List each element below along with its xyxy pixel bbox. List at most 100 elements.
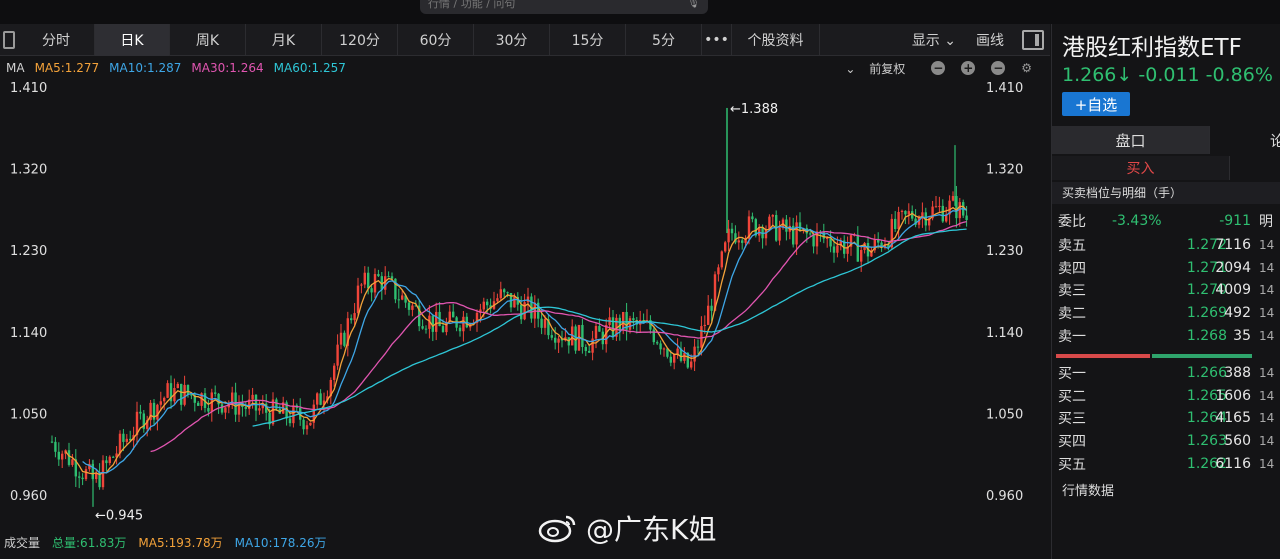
candle-body — [496, 298, 499, 302]
candle-body — [700, 326, 703, 348]
level-volume: 492 — [1224, 305, 1251, 322]
bid-ask-balance-bar — [1056, 354, 1252, 358]
candle-body — [305, 425, 309, 430]
candle-body — [370, 288, 373, 293]
candle-body — [356, 285, 360, 314]
ask-row[interactable]: 卖一 1.268 35 14 — [1052, 324, 1280, 347]
level-volume: 1606 — [1215, 387, 1251, 404]
candle-body — [543, 319, 547, 328]
more-tabs-button[interactable]: ••• — [702, 23, 732, 56]
candle-body — [244, 407, 247, 409]
level-volume: 7116 — [1215, 237, 1251, 254]
candle-body — [319, 393, 322, 405]
tab-order-book[interactable]: 盘口 — [1052, 126, 1210, 154]
candle-body — [441, 326, 445, 333]
tab-monthly-k[interactable]: 月K — [246, 23, 322, 56]
candle-body — [224, 407, 227, 413]
tab-5min[interactable]: 5分 — [626, 23, 702, 56]
candle-body — [390, 276, 394, 279]
stock-name: 港股红利指数ETF — [1062, 35, 1242, 61]
minus-icon[interactable]: − — [931, 61, 946, 75]
y-tick-label-left: 1.140 — [10, 326, 47, 341]
tab-daily-k[interactable]: 日K — [95, 23, 170, 56]
ask-row[interactable]: 卖二 1.269 492 14 — [1052, 302, 1280, 325]
candle-body — [452, 311, 455, 318]
tab-intraday[interactable]: 分时 — [18, 23, 95, 56]
candle-body — [411, 305, 414, 310]
candle-body — [50, 441, 54, 443]
candle-body — [237, 405, 241, 415]
candle-body — [662, 348, 666, 350]
search-placeholder: 行情 / 功能 / 问句 — [428, 0, 516, 10]
tab-120min[interactable]: 120分 — [322, 23, 398, 56]
candle-body — [503, 289, 506, 293]
ma5-line — [65, 205, 968, 476]
bid-row[interactable]: 买四 1.263 560 14 — [1052, 430, 1280, 453]
level-volume: 4165 — [1215, 410, 1251, 427]
candle-body — [105, 460, 108, 464]
add-watchlist-button[interactable]: +自选 — [1062, 92, 1130, 116]
candle-body — [965, 215, 968, 221]
candle-body — [499, 289, 502, 299]
ask-row[interactable]: 卖四 1.271 2094 14 — [1052, 257, 1280, 280]
level-volume: 560 — [1224, 433, 1251, 450]
display-dropdown[interactable]: 显示 ⌄ — [902, 30, 966, 50]
volume-legend: 成交量 总量:61.83万 MA5:193.78万 MA10:178.26万 — [0, 530, 1050, 554]
candle-body — [598, 326, 601, 332]
ask-row[interactable]: 卖五 1.272 7116 14 — [1052, 234, 1280, 257]
bid-row[interactable]: 买一 1.266 388 14 — [1052, 362, 1280, 385]
bid-row[interactable]: 买三 1.264 4165 14 — [1052, 407, 1280, 430]
candle-body — [118, 433, 122, 454]
candle-body — [710, 305, 713, 311]
remove-icon[interactable]: − — [991, 61, 1006, 75]
tab-stock-profile[interactable]: 个股资料 — [732, 23, 820, 56]
tab-60min[interactable]: 60分 — [398, 23, 474, 56]
y-tick-label-left: 1.410 — [10, 81, 47, 96]
bid-row[interactable]: 买二 1.265 1606 14 — [1052, 385, 1280, 408]
candle-body — [183, 384, 186, 405]
plus-icon[interactable]: + — [961, 61, 976, 75]
candle-body — [166, 383, 169, 398]
candle-body — [669, 356, 672, 363]
layout-toggle-icon[interactable] — [1022, 30, 1044, 50]
candle-body — [771, 215, 774, 217]
detail-time: 14 — [1259, 328, 1275, 343]
candle-body — [707, 305, 710, 325]
candle-body — [826, 237, 829, 239]
search-input[interactable]: 行情 / 功能 / 问句 🎙 — [420, 0, 708, 14]
tab-weekly-k[interactable]: 周K — [170, 23, 246, 56]
candle-body — [363, 272, 366, 285]
bid-row[interactable]: 买五 1.262 6116 14 — [1052, 452, 1280, 475]
candle-body — [78, 476, 81, 478]
candle-body — [112, 456, 115, 458]
market-data-label: 行情数据 — [1062, 484, 1115, 499]
buy-button[interactable]: 买入 — [1052, 156, 1230, 180]
candle-body — [703, 324, 706, 327]
y-tick-label-left: 1.230 — [10, 244, 47, 259]
candle-body — [336, 344, 339, 366]
ask-row[interactable]: 卖三 1.270 4009 14 — [1052, 279, 1280, 302]
level-price: 1.266 — [1186, 365, 1227, 382]
candle-body — [730, 228, 734, 234]
panel-toggle-icon[interactable] — [0, 24, 18, 56]
watermark: @广东K姐 — [538, 508, 716, 548]
level-label: 卖二 — [1058, 306, 1086, 323]
level-label: 买五 — [1058, 456, 1086, 473]
detail-time: 14 — [1259, 388, 1275, 403]
tab-30min[interactable]: 30分 — [474, 23, 550, 56]
gear-icon[interactable]: ⚙ — [1021, 61, 1032, 75]
candlestick-chart[interactable]: 1.410 1.410 1.320 1.320 1.230 1.230 1.140 1.140… — [0, 78, 1050, 526]
ma5-value: MA5:1.277 — [34, 61, 100, 75]
candle-body — [377, 274, 380, 277]
microphone-icon[interactable]: 🎙 — [687, 0, 700, 9]
candle-body — [720, 251, 723, 268]
candle-body — [424, 328, 428, 330]
tab-discussion[interactable]: 论 — [1210, 126, 1280, 154]
tab-15min[interactable]: 15分 — [550, 23, 626, 56]
candle-body — [897, 211, 900, 230]
adjust-dropdown[interactable]: ⌄ 前复权 — [845, 60, 915, 77]
candle-body — [693, 346, 696, 362]
draw-line-button[interactable]: 画线 — [966, 30, 1014, 50]
candle-body — [659, 343, 662, 350]
candle-body — [387, 276, 390, 278]
